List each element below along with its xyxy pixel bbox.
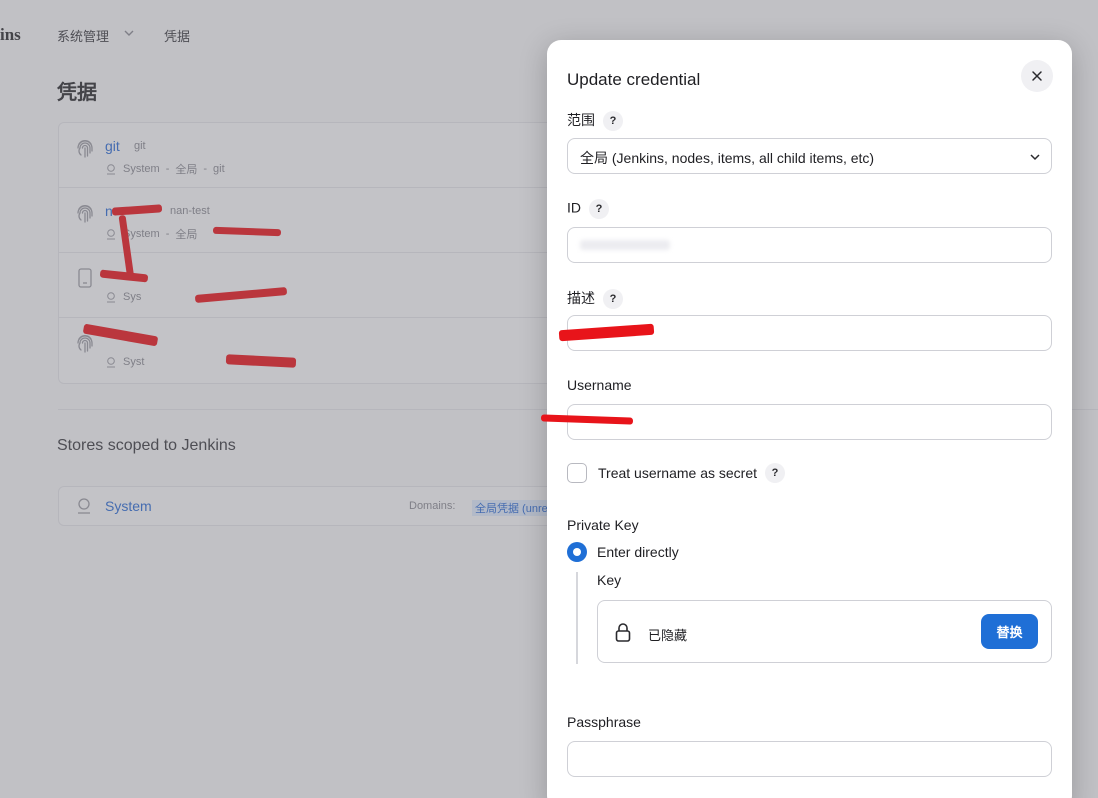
id-input[interactable] <box>567 227 1052 263</box>
username-label: Username <box>567 377 632 393</box>
treat-username-secret-checkbox[interactable] <box>567 463 587 483</box>
blurred-text <box>580 240 670 250</box>
description-help-icon[interactable]: ? <box>603 289 623 310</box>
enter-directly-option[interactable]: Enter directly <box>567 542 679 562</box>
scope-label: 范围? <box>567 110 623 132</box>
treat-username-secret-label[interactable]: Treat username as secret <box>598 465 757 481</box>
close-icon <box>1032 71 1042 81</box>
enter-directly-label[interactable]: Enter directly <box>597 544 679 560</box>
scope-selected-value: 全局 (Jenkins, nodes, items, all child ite… <box>580 150 875 166</box>
close-button[interactable] <box>1021 60 1053 92</box>
scope-label-text: 范围 <box>567 112 595 128</box>
option-indent-line <box>576 572 578 664</box>
dialog-title: Update credential <box>567 70 701 89</box>
id-label: ID? <box>567 199 609 219</box>
radio-selected-dot <box>573 548 581 556</box>
id-help-icon[interactable]: ? <box>589 199 609 219</box>
enter-directly-radio[interactable] <box>567 542 587 562</box>
description-label-text: 描述 <box>567 290 595 306</box>
treat-secret-help-icon[interactable]: ? <box>765 463 785 483</box>
chevron-down-icon <box>1030 154 1040 161</box>
update-credential-dialog: Update credential 范围? 全局 (Jenkins, nodes… <box>540 40 1072 798</box>
lock-icon <box>615 623 631 642</box>
key-label: Key <box>597 572 622 588</box>
replace-key-button[interactable]: 替换 <box>981 614 1038 649</box>
scope-select[interactable]: 全局 (Jenkins, nodes, items, all child ite… <box>567 138 1052 174</box>
key-hidden-text: 已隐藏 <box>648 628 688 643</box>
passphrase-label: Passphrase <box>567 714 641 730</box>
passphrase-input[interactable] <box>567 741 1052 777</box>
treat-username-secret-row: Treat username as secret ? <box>567 463 785 483</box>
key-field: 已隐藏 替换 <box>597 600 1052 663</box>
username-input[interactable] <box>567 404 1052 440</box>
scope-help-icon[interactable]: ? <box>603 111 623 132</box>
id-label-text: ID <box>567 199 581 216</box>
private-key-label: Private Key <box>567 517 639 533</box>
description-label: 描述? <box>567 288 623 310</box>
